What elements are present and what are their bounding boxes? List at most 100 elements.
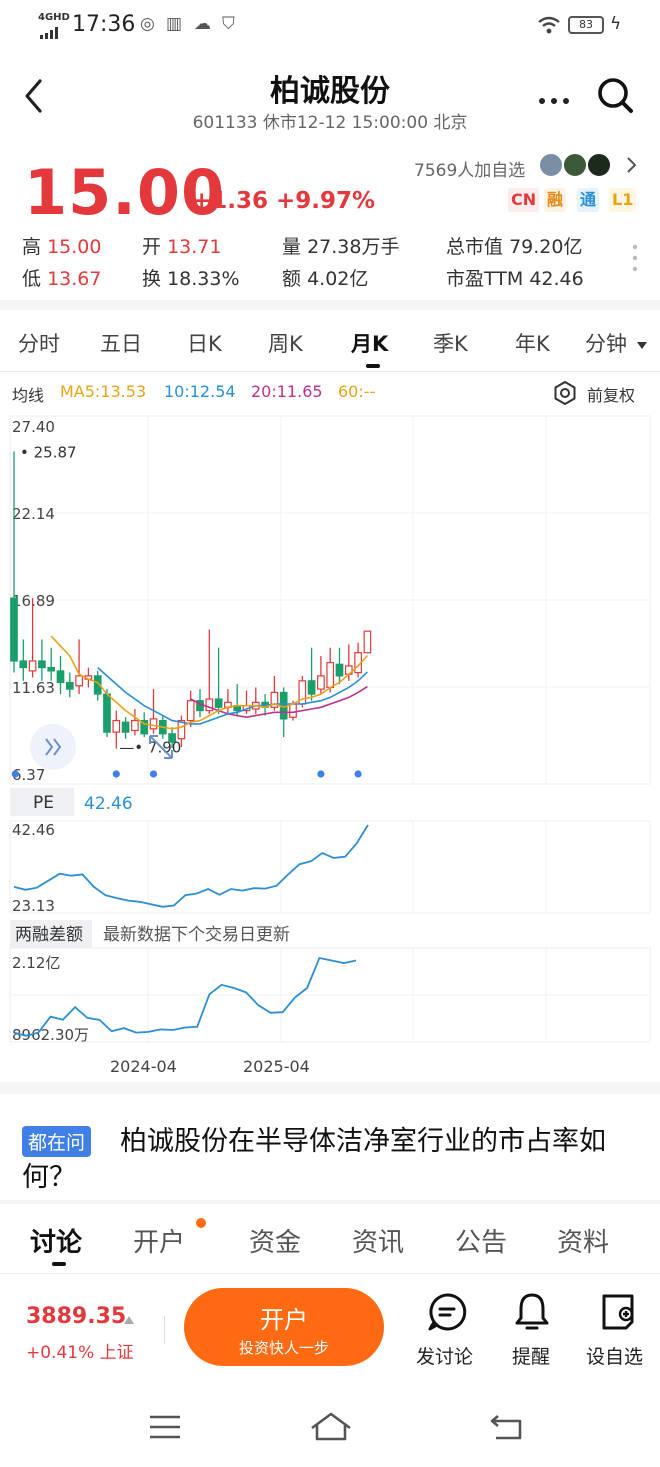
news-card[interactable]: 都在问 柏诚股份在半导体洁净室行业的市占率如何？ <box>0 1094 660 1202</box>
candle-body <box>28 660 37 672</box>
high-annotation: • 25.87 <box>20 443 77 461</box>
news-question[interactable]: 柏诚股份在半导体洁净室行业的市占率如何？ <box>22 1124 632 1196</box>
chart-area[interactable]: 27.40 22.14 16.89 11.63 6.37 • 25.87 —• 7.90 PE… <box>0 410 660 1090</box>
tab-minute[interactable]: 分钟 <box>585 328 627 358</box>
candle-body <box>214 698 223 708</box>
tag-cn[interactable]: CN <box>508 188 540 212</box>
chevron-right-icon[interactable] <box>626 156 638 178</box>
notification-dot <box>196 1218 206 1228</box>
quote-panel: 15.00 +1.36 +9.97% 7569人加自选 CN 融 通 L1 高 … <box>0 142 660 302</box>
tag-level1[interactable]: L1 <box>609 188 637 212</box>
tab-weekly-k[interactable]: 周K <box>268 328 303 358</box>
divider <box>0 300 660 310</box>
tab-capital[interactable]: 资金 <box>249 1222 301 1259</box>
x-tick-label: 2025-04 <box>243 1057 310 1076</box>
watchlist-label[interactable]: 设自选 <box>586 1342 643 1369</box>
discuss-label[interactable]: 发讨论 <box>416 1342 473 1369</box>
divider <box>0 1082 660 1094</box>
shield-icon: ⛉ <box>222 14 235 34</box>
y-tick-label: 22.14 <box>12 505 55 523</box>
candle-body <box>317 675 325 690</box>
expand-chart-icon[interactable] <box>30 724 76 770</box>
watchlist-icon[interactable] <box>598 1292 638 1336</box>
kline-chart[interactable]: 27.4022.1416.8911.636.37• 25.87—• 7.90PE… <box>0 410 660 1090</box>
remind-label[interactable]: 提醒 <box>512 1342 550 1369</box>
ma10-value: 10:12.54 <box>164 382 236 401</box>
up-arrow-icon <box>123 1310 135 1329</box>
candle-body <box>363 630 372 654</box>
candle-body <box>10 597 18 662</box>
back-nav-icon[interactable] <box>488 1412 524 1446</box>
detail-tabs: 讨论 开户 资金 资讯 公告 资料 <box>0 1204 660 1274</box>
bell-icon[interactable] <box>513 1292 551 1336</box>
candle-body <box>19 660 28 669</box>
discuss-icon[interactable] <box>427 1292 467 1336</box>
more-icon[interactable] <box>538 90 570 109</box>
price-change: +1.36 +9.97% <box>192 188 376 214</box>
margin-note: 最新数据下个交易日更新 <box>103 925 290 945</box>
candle-body <box>131 719 139 732</box>
open-account-label: 开户 <box>260 1306 308 1334</box>
signal-icon <box>40 24 64 39</box>
search-icon[interactable] <box>596 76 636 120</box>
tab-quarterly-k[interactable]: 季K <box>433 328 468 358</box>
y-tick-label: 2.12亿 <box>12 954 60 972</box>
y-tick-label: 11.63 <box>12 679 55 697</box>
tab-announcement[interactable]: 公告 <box>455 1222 507 1259</box>
dropdown-icon[interactable] <box>636 336 648 355</box>
event-marker <box>149 770 158 778</box>
event-marker <box>11 770 19 778</box>
home-icon[interactable] <box>308 1410 354 1446</box>
pe-label: PE <box>33 793 54 813</box>
candle-body <box>289 703 297 718</box>
tab-daily-k[interactable]: 日K <box>187 328 222 358</box>
tab-open-account[interactable]: 开户 <box>133 1222 185 1259</box>
event-marker <box>317 770 325 778</box>
pinch-zoom-icon[interactable] <box>144 730 178 764</box>
tab-discussion[interactable]: 讨论 <box>30 1222 82 1259</box>
menu-icon[interactable] <box>148 1414 182 1444</box>
candle-body <box>75 675 83 687</box>
bottom-action-bar: 3889.35 +0.41% 上证 开户 投资快人一步 发讨论 提醒 设自选 <box>0 1276 660 1382</box>
candle-body <box>65 681 74 690</box>
cloud-icon: ☁ <box>194 14 211 34</box>
index-value[interactable]: 3889.35 <box>26 1304 126 1329</box>
candle-body <box>335 663 344 677</box>
tab-monthly-k[interactable]: 月K <box>351 328 388 358</box>
settings-icon[interactable] <box>552 380 578 410</box>
clock: 17:36 <box>72 12 136 37</box>
tab-intraday[interactable]: 分时 <box>18 328 60 358</box>
tab-profile[interactable]: 资料 <box>557 1222 609 1259</box>
ma-legend: 均线 MA5:13.53 10:12.54 20:11.65 60:-- 前复权 <box>0 378 660 410</box>
ma60-value: 60:-- <box>338 382 376 401</box>
stat-low: 低 13.67 <box>22 268 102 290</box>
index-change[interactable]: +0.41% 上证 <box>26 1338 134 1363</box>
follow-count[interactable]: 7569人加自选 <box>414 156 525 181</box>
stat-amount: 额 4.02亿 <box>282 268 369 290</box>
candle-body <box>103 693 111 733</box>
candle-body <box>112 719 121 733</box>
candle-body <box>326 662 335 689</box>
candle-body <box>38 660 46 669</box>
tab-news[interactable]: 资讯 <box>352 1222 404 1259</box>
ma-label[interactable]: 均线 <box>12 382 44 406</box>
open-account-sublabel: 投资快人一步 <box>238 1339 329 1357</box>
avatar <box>586 152 612 178</box>
status-bar: 4GHD 17:36 ◎ ▥ ☁ ⛉ 83 ϟ <box>0 0 660 52</box>
app-icon: ◎ <box>140 14 155 34</box>
screen: { "status_bar": {"network": "4GHD", "tim… <box>0 0 660 1467</box>
system-nav-bar <box>0 1382 660 1467</box>
event-marker <box>354 770 362 778</box>
tab-five-day[interactable]: 五日 <box>100 328 142 358</box>
margin-line <box>13 956 357 1037</box>
open-account-button[interactable]: 开户 投资快人一步 <box>184 1288 384 1366</box>
tag-margin[interactable]: 融 <box>544 188 567 212</box>
candle-body <box>56 670 65 684</box>
y-tick-label: 27.40 <box>12 418 55 436</box>
tab-yearly-k[interactable]: 年K <box>515 328 550 358</box>
event-marker <box>112 770 120 778</box>
expand-icon[interactable] <box>632 244 638 278</box>
tag-connect[interactable]: 通 <box>577 188 600 212</box>
network-indicator: 4GHD <box>38 12 70 23</box>
adjust-label[interactable]: 前复权 <box>587 382 635 406</box>
